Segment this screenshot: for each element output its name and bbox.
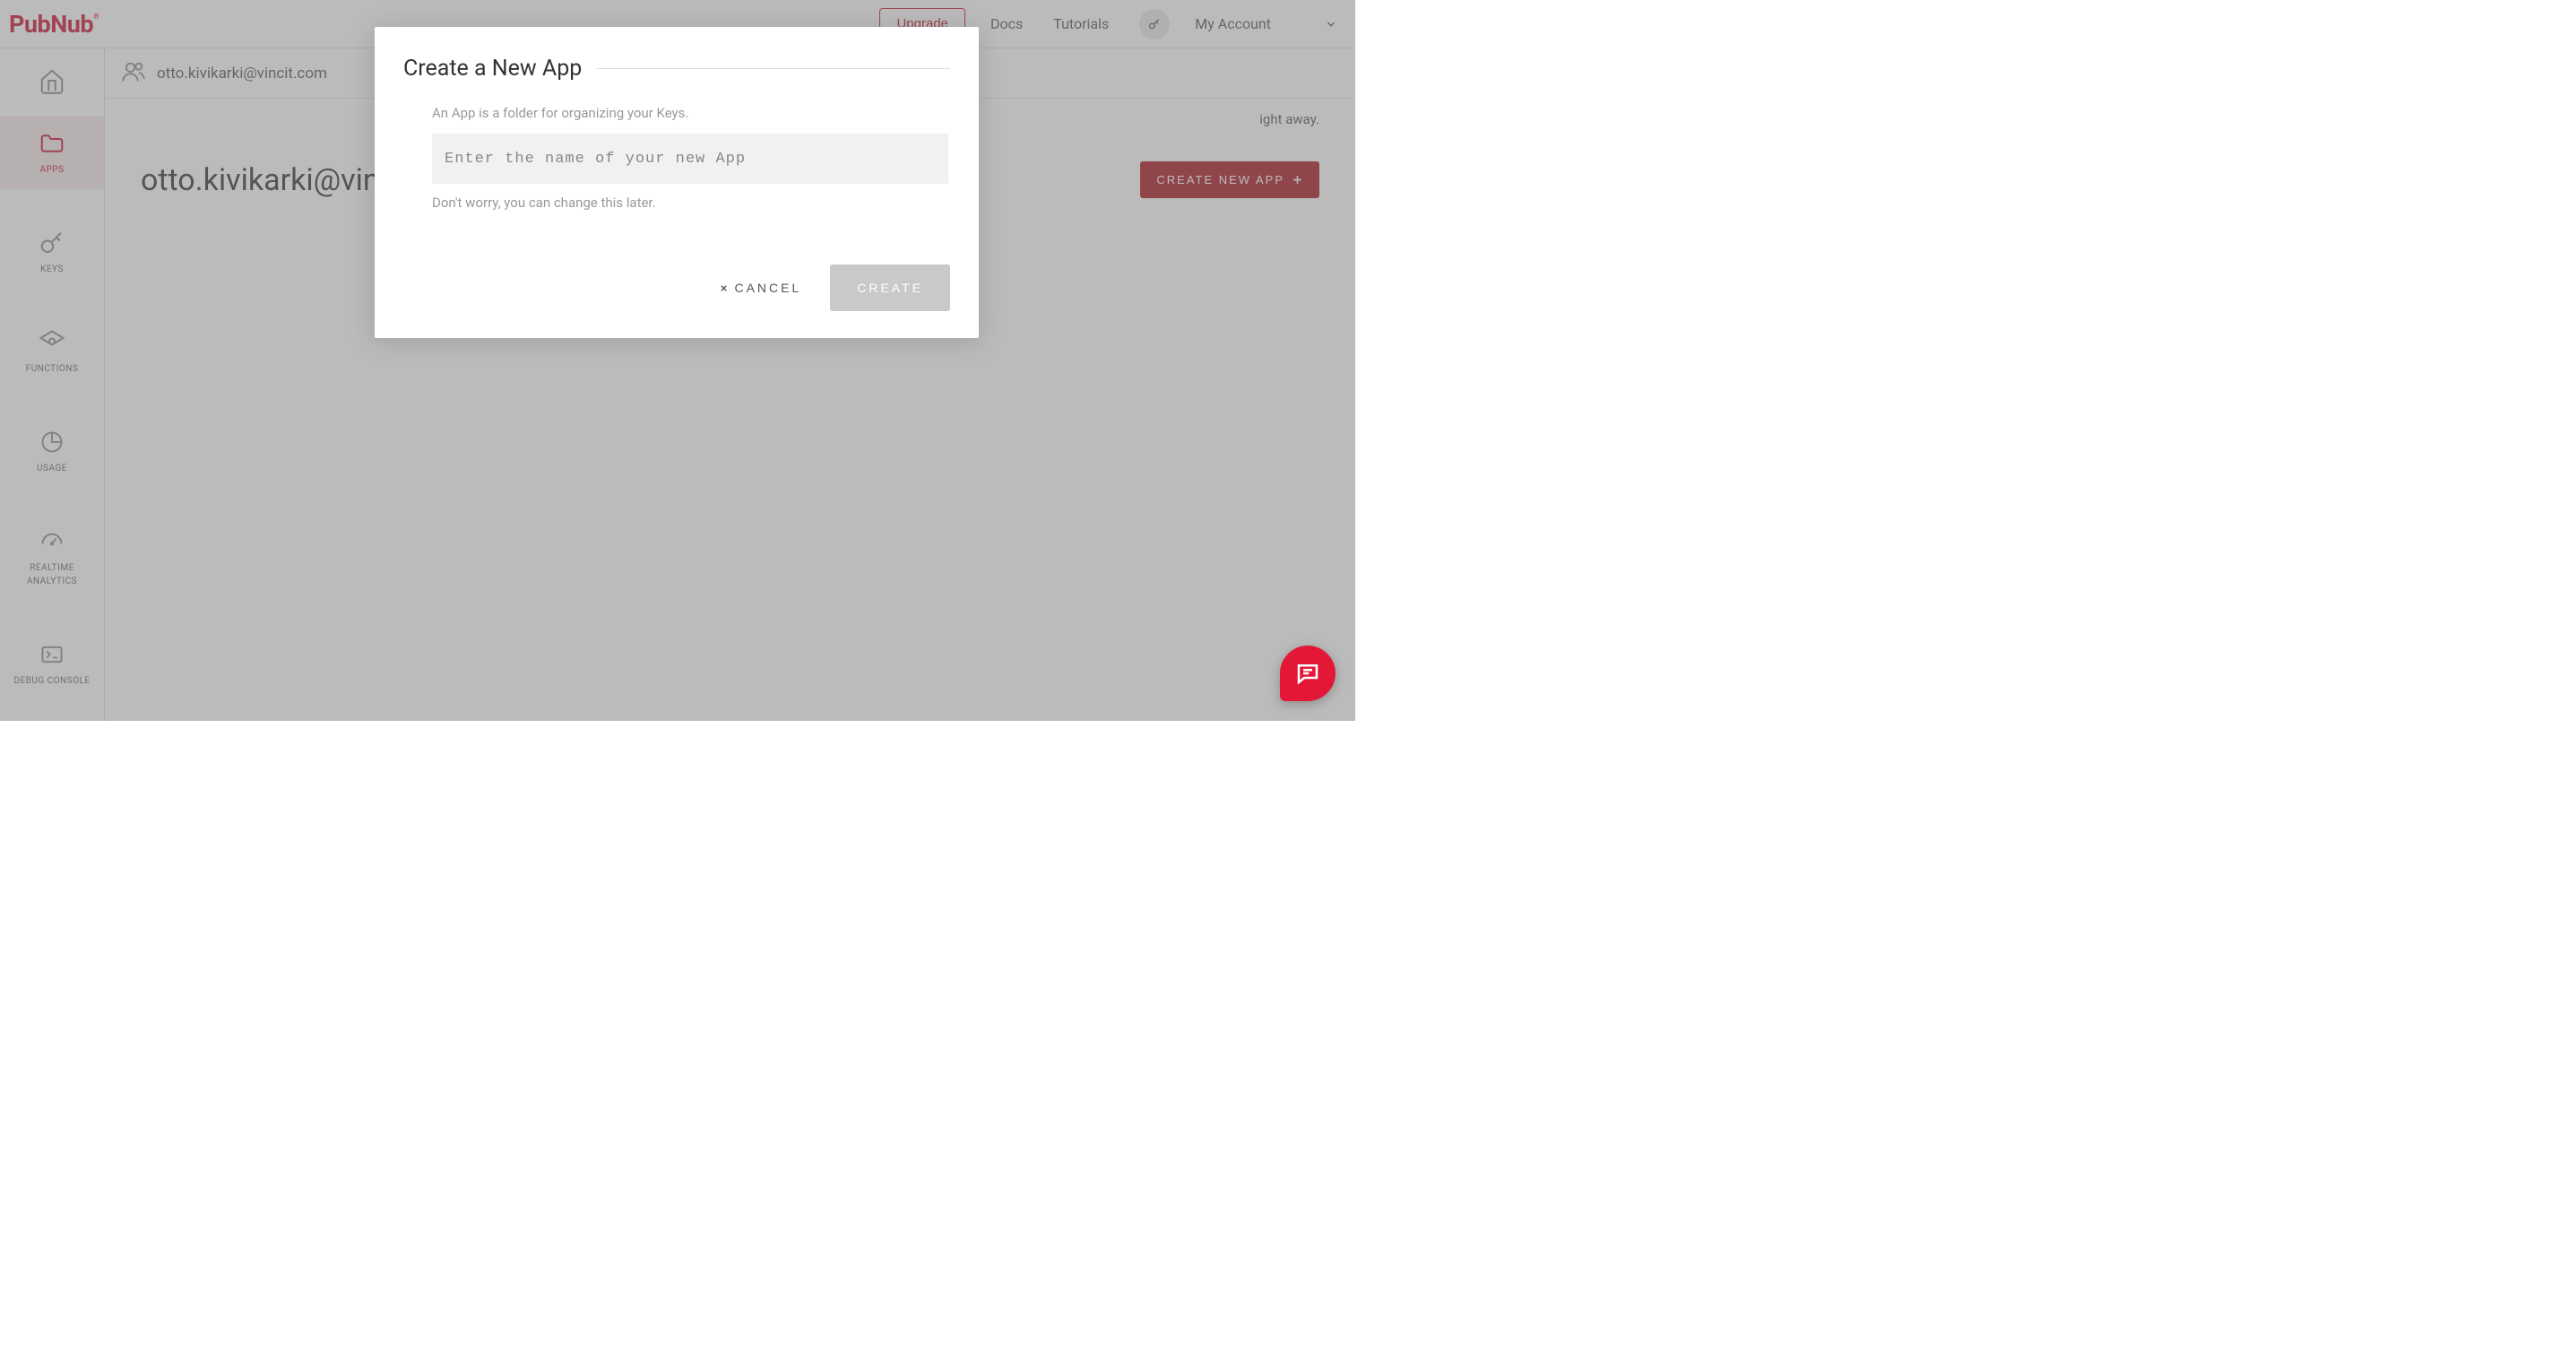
cancel-button[interactable]: CANCEL xyxy=(719,281,801,295)
modal-divider xyxy=(596,68,950,69)
modal-hint: Don't worry, you can change this later. xyxy=(432,195,950,211)
chat-icon xyxy=(1294,660,1321,687)
cancel-label: CANCEL xyxy=(734,281,801,295)
modal-description: An App is a folder for organizing your K… xyxy=(432,105,950,121)
modal-title: Create a New App xyxy=(403,56,582,82)
create-app-modal: Create a New App An App is a folder for … xyxy=(375,27,979,338)
app-name-input[interactable] xyxy=(432,134,948,184)
create-button[interactable]: CREATE xyxy=(830,264,950,311)
chat-button[interactable] xyxy=(1280,646,1336,701)
close-icon xyxy=(719,283,729,293)
